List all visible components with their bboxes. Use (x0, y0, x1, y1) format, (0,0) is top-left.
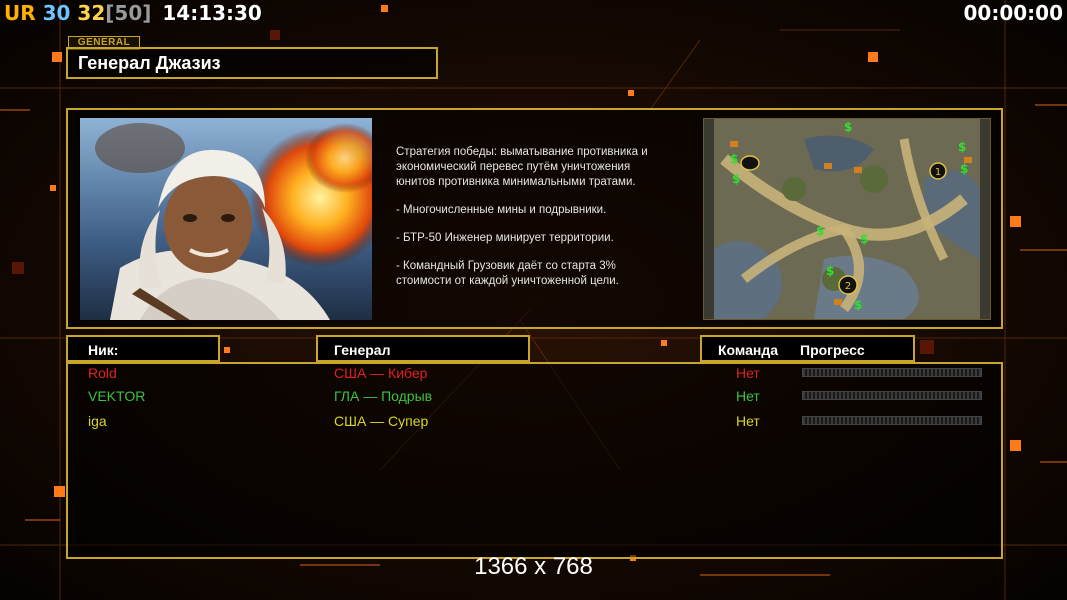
player-row: Rold США — Кибер Нет (0, 365, 1067, 385)
svg-text:$: $ (960, 162, 968, 176)
general-title-box: Генерал Джазиз (66, 47, 438, 79)
player-general: США — Супер (334, 413, 429, 429)
player-team: Нет (736, 413, 760, 429)
svg-text:$: $ (826, 264, 834, 278)
feature-truck: - Командный Грузовик даёт со старта 3% с… (396, 260, 619, 287)
general-header: Генерал (316, 335, 530, 362)
ur-label: UR (4, 1, 36, 25)
svg-text:$: $ (730, 152, 738, 166)
player-row: iga США — Супер Нет (0, 413, 1067, 433)
game-timer: 00:00:00 (963, 1, 1064, 25)
general-description: Стратегия победы: выматывание противника… (396, 145, 688, 302)
feature-btr: - БТР-50 Инженер минирует территории. (396, 232, 614, 244)
team-header-label: Команда (718, 342, 778, 358)
clock: 14:13:30 (162, 1, 262, 25)
player-progress-bar (802, 391, 982, 400)
fps-value-b: 32 (77, 1, 106, 25)
general-name: Генерал Джазиз (78, 53, 221, 73)
feature-mines: - Многочисленные мины и подрывники. (396, 204, 607, 216)
svg-text:$: $ (844, 120, 852, 134)
player-team: Нет (736, 365, 760, 381)
player-row: VEKTOR ГЛА — Подрыв Нет (0, 388, 1067, 408)
map-marker-2: 2 (845, 281, 851, 292)
player-team: Нет (736, 388, 760, 404)
player-general: ГЛА — Подрыв (334, 388, 433, 404)
player-progress-bar (802, 416, 982, 425)
nick-header-label: Ник: (88, 342, 119, 358)
strategy-text: Стратегия победы: выматывание противника… (396, 146, 648, 188)
player-nick: VEKTOR (88, 388, 146, 404)
svg-text:$: $ (958, 140, 966, 154)
map-marker-1: 1 (935, 167, 941, 178)
resolution-label: 1366 x 768 (474, 553, 593, 580)
fps-counter: UR 30 32[50] 14:13:30 (4, 0, 262, 26)
svg-text:$: $ (816, 224, 824, 238)
svg-text:$: $ (732, 172, 740, 186)
team-progress-header: Команда Прогресс (700, 335, 915, 362)
player-progress-bar (802, 368, 982, 377)
fps-value-a: 30 (42, 1, 71, 25)
player-general: США — Кибер (334, 365, 428, 381)
nick-header: Ник: (66, 335, 220, 362)
map-preview: 1 2 $ $ $ $ $ $ $ $ $ (703, 118, 991, 320)
general-portrait (80, 118, 372, 320)
fps-cap: [50] (105, 1, 152, 25)
general-header-label: Генерал (334, 342, 391, 358)
player-nick: Rold (88, 365, 117, 381)
svg-text:$: $ (860, 232, 868, 246)
svg-text:$: $ (854, 298, 862, 312)
progress-header-label: Прогресс (800, 342, 865, 358)
player-nick: iga (88, 413, 107, 429)
